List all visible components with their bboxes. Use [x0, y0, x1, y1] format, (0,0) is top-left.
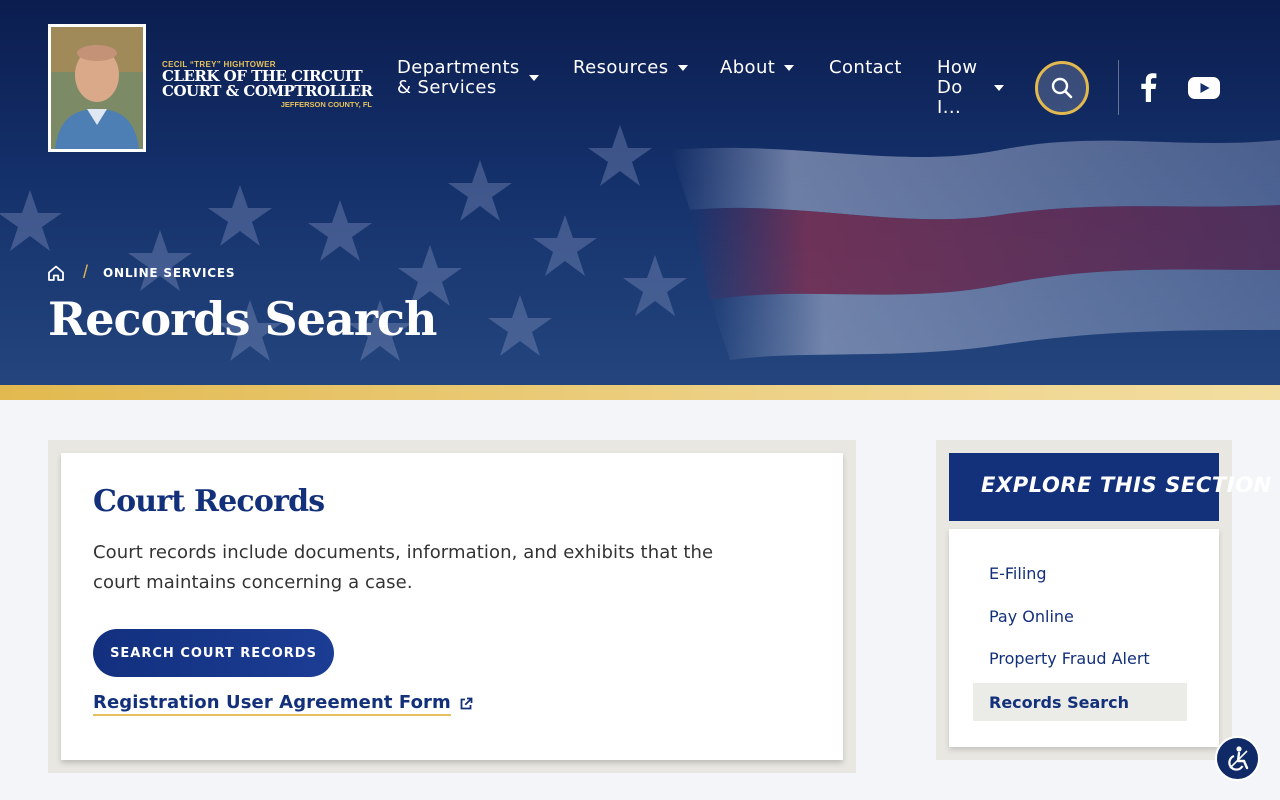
youtube-icon[interactable]	[1187, 75, 1221, 101]
sidebar-heading-box: EXPLORE THIS SECTION	[949, 453, 1271, 521]
breadcrumb: / ONLINE SERVICES	[47, 262, 235, 283]
nav-resources-label: Resources	[573, 57, 669, 78]
home-icon[interactable]	[47, 264, 65, 282]
registration-agreement-link[interactable]: Registration User Agreement Form	[93, 692, 473, 716]
breadcrumb-separator: /	[83, 262, 89, 282]
nav-about[interactable]: About	[720, 57, 795, 78]
search-icon	[1051, 77, 1073, 99]
chevron-down-icon	[677, 65, 688, 71]
nav-how-label-3: I...	[937, 97, 962, 118]
accessibility-button[interactable]	[1215, 736, 1260, 781]
chevron-down-icon	[994, 85, 1005, 91]
sidebar-heading: EXPLORE THIS SECTION	[981, 473, 1272, 497]
nav-how-label-1: How	[937, 57, 978, 78]
sidebar-item-records-search[interactable]: Records Search	[973, 683, 1187, 721]
nav-contact[interactable]: Contact	[829, 58, 902, 78]
breadcrumb-current[interactable]: ONLINE SERVICES	[103, 266, 235, 280]
hero-banner: CECIL “TREY” HIGHTOWER CLERK OF THE CIRC…	[0, 0, 1280, 386]
card-title: Court Records	[93, 484, 325, 519]
accessibility-icon	[1227, 745, 1248, 771]
nav-resources[interactable]: Resources	[573, 58, 688, 78]
sidebar-item-pay-online[interactable]: Pay Online	[973, 597, 1187, 635]
nav-how-label-2: Do	[937, 77, 963, 98]
gold-accent-bar	[0, 385, 1280, 400]
search-button[interactable]	[1035, 61, 1089, 115]
sidebar-nav: E-Filing Pay Online Property Fraud Alert…	[949, 529, 1219, 747]
chevron-down-icon	[528, 75, 539, 81]
facebook-icon[interactable]	[1136, 72, 1162, 102]
site-logo[interactable]: CECIL “TREY” HIGHTOWER CLERK OF THE CIRC…	[162, 60, 374, 109]
registration-link-label: Registration User Agreement Form	[93, 692, 451, 716]
external-link-icon	[460, 697, 473, 710]
clerk-portrait	[48, 24, 146, 152]
logo-line-2: COURT & COMPTROLLER	[162, 82, 373, 100]
header-divider	[1118, 60, 1119, 115]
nav-how-do-i[interactable]: How Do I...	[937, 57, 1005, 118]
card-description: Court records include documents, informa…	[93, 542, 714, 593]
nav-departments-label-2: & Services	[397, 77, 497, 98]
nav-departments[interactable]: Departments & Services	[397, 58, 539, 98]
sidebar-item-property-fraud-alert[interactable]: Property Fraud Alert	[973, 639, 1187, 677]
nav-departments-label-1: Departments	[397, 57, 520, 78]
sidebar-item-e-filing[interactable]: E-Filing	[973, 554, 1187, 592]
chevron-down-icon	[784, 65, 795, 71]
nav-about-label: About	[720, 57, 776, 78]
logo-county: JEFFERSON COUNTY, FL	[280, 100, 372, 109]
nav-contact-label: Contact	[829, 57, 902, 78]
page-title: Records Search	[48, 292, 437, 346]
search-court-records-button[interactable]: SEARCH COURT RECORDS	[93, 629, 334, 677]
